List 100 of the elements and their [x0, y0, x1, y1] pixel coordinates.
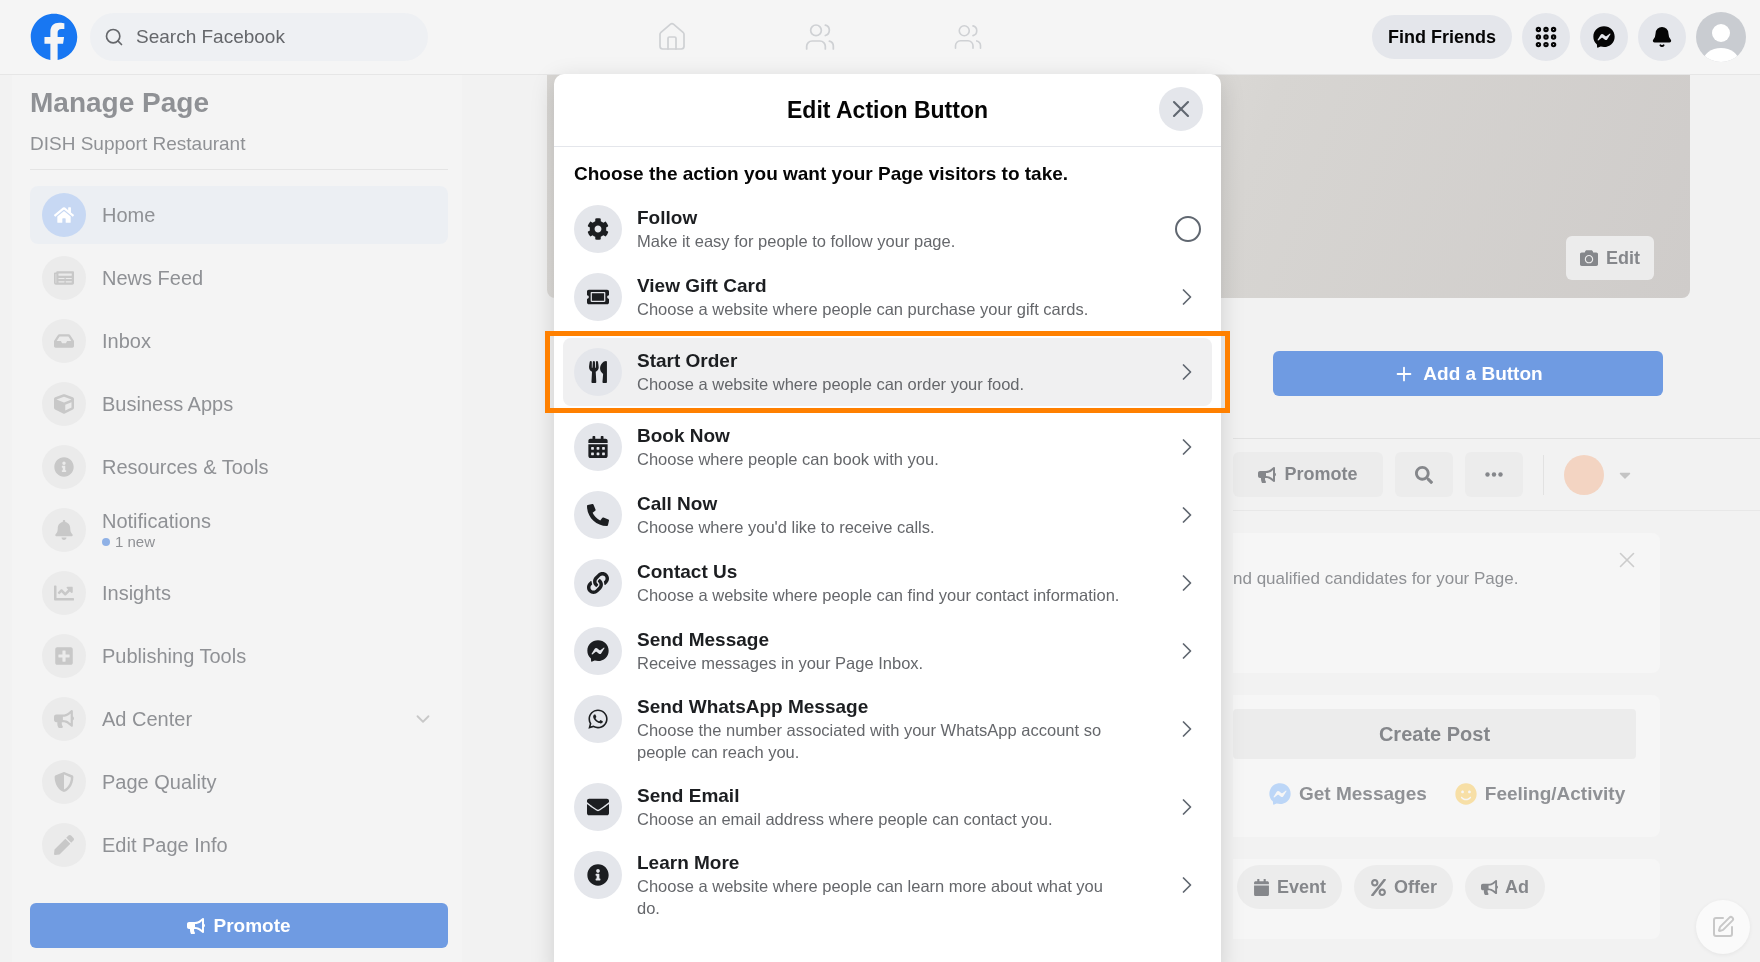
chat-bubble-icon — [1593, 26, 1615, 48]
search-button[interactable] — [1395, 452, 1453, 497]
action-option[interactable]: View Gift Card Choose a website where people can purchase your gift cards. — [563, 263, 1212, 331]
option-description: Choose a website where people can purchase your gift cards. — [637, 299, 1090, 320]
info-icon — [42, 445, 86, 489]
sidebar-label: Insights — [102, 581, 172, 605]
action-label: Feeling/Activity — [1484, 783, 1626, 805]
option-description: Choose a website where people can order your food. — [637, 374, 1026, 395]
option-title: View Gift Card — [637, 274, 768, 298]
calendar-icon — [574, 423, 622, 471]
utensils-icon — [574, 348, 622, 396]
sidebar-item[interactable]: News Feed — [30, 249, 448, 307]
sidebar-label: Notifications — [102, 510, 212, 533]
info-icon — [574, 851, 622, 899]
sidebar-item[interactable]: Edit Page Info — [30, 816, 448, 874]
sidebar-item[interactable]: Notifications 1 new — [30, 501, 448, 559]
grid-menu-button[interactable] — [1522, 13, 1570, 61]
action-option[interactable]: Send Email Choose an email address where people can contact you. — [563, 773, 1212, 841]
action-option[interactable]: Book Now Choose where people can book with you. — [563, 413, 1212, 481]
search-icon — [104, 27, 124, 47]
sidebar-label: Business Apps — [102, 392, 235, 416]
chart-icon — [42, 571, 86, 615]
smiley-icon — [1454, 783, 1477, 805]
chat-button[interactable] — [1580, 13, 1628, 61]
pencil-icon — [42, 823, 86, 867]
search-field[interactable]: Search Facebook — [134, 25, 414, 49]
inbox-icon — [42, 319, 86, 363]
option-title: Send Email — [637, 784, 741, 808]
option-title: Send WhatsApp Message — [637, 695, 870, 719]
page-avatar[interactable] — [1564, 454, 1604, 495]
page-name: DISH Support Restaurant — [30, 133, 448, 170]
composer-action[interactable]: Feeling/Activity — [1454, 783, 1626, 805]
sidebar-label: News Feed — [102, 266, 205, 290]
add-button[interactable]: Add a Button — [1273, 351, 1663, 396]
action-option[interactable]: Learn More Choose a website where people can learn more about what you do. — [563, 841, 1212, 929]
action-label: Get Messages — [1299, 783, 1427, 805]
calendar-icon — [1253, 878, 1270, 896]
megaphone-icon — [187, 916, 206, 935]
promote-button[interactable]: Promote — [30, 903, 448, 948]
search-icon — [1415, 465, 1433, 484]
action-option[interactable]: Start Order Choose a website where people can order your food. — [563, 338, 1212, 406]
sidebar-item[interactable]: Publishing Tools — [30, 627, 448, 685]
dialog-title: Edit Action Button — [787, 96, 988, 124]
compose-icon — [1711, 915, 1735, 939]
option-description: Choose a website where people can find your contact information. — [637, 585, 1121, 606]
sidebar-item[interactable]: Resources & Tools — [30, 438, 448, 496]
find-friends-button[interactable]: Find Friends — [1372, 15, 1512, 59]
megaphone-icon — [1481, 878, 1499, 896]
option-title: Follow — [637, 206, 699, 230]
sidebar-item[interactable]: Ad Center — [30, 690, 448, 748]
app-logo[interactable] — [30, 13, 78, 61]
option-description: Choose where you'd like to receive calls. — [637, 517, 936, 538]
avatar[interactable] — [1696, 12, 1746, 62]
sidebar-item[interactable]: Business Apps — [30, 375, 448, 433]
option-description: Choose the number associated with your WhatsApp account so people can reach you. — [637, 720, 1103, 763]
shield-icon — [42, 760, 86, 804]
chat-bubble-icon — [1269, 783, 1291, 805]
sidebar-item[interactable]: Inbox — [30, 312, 448, 370]
sidebar-item[interactable]: Insights — [30, 564, 448, 622]
chat-bubble-icon — [574, 627, 622, 675]
create-post-button[interactable]: Create Post — [1233, 709, 1636, 759]
camera-icon — [1580, 249, 1598, 267]
search-box[interactable]: Search Facebook — [90, 13, 428, 61]
card-text: nd qualified candidates for your Page. — [1233, 569, 1519, 589]
ticket-icon — [574, 273, 622, 321]
promote-button[interactable]: Promote — [1233, 452, 1383, 497]
cube-icon — [42, 382, 86, 426]
compose-button[interactable] — [1696, 900, 1750, 954]
sidebar-item[interactable]: Home — [30, 186, 448, 244]
post-type-button[interactable]: Ad — [1465, 865, 1546, 909]
ellipsis-icon — [1485, 472, 1503, 477]
gear-icon — [574, 205, 622, 253]
home-icon — [42, 193, 86, 237]
action-option[interactable]: Send WhatsApp Message Choose the number associated with your WhatsApp account so people can reach you. — [563, 685, 1212, 773]
percent-icon — [1370, 878, 1388, 896]
bell-icon — [1651, 26, 1673, 48]
option-title: Send Message — [637, 628, 770, 652]
sidebar-label: Resources & Tools — [102, 455, 270, 479]
dialog-prompt: Choose the action you want your Page visitors to take. — [573, 162, 1070, 186]
post-type-button[interactable]: Offer — [1354, 865, 1454, 909]
post-type-button[interactable]: Event — [1237, 865, 1343, 909]
option-title: Learn More — [637, 851, 741, 875]
megaphone-icon — [1258, 465, 1277, 484]
close-button[interactable] — [1159, 87, 1203, 131]
sidebar-label: Publishing Tools — [102, 644, 248, 668]
grid-icon — [1533, 24, 1559, 50]
composer-action[interactable]: Get Messages — [1269, 783, 1427, 805]
sidebar-item[interactable]: Page Quality — [30, 753, 448, 811]
new-count: 1 new — [102, 533, 434, 550]
sidebar-label: Inbox — [102, 329, 152, 353]
edit-cover-button[interactable]: Edit — [1566, 236, 1654, 280]
action-option[interactable]: Send Message Receive messages in your Page Inbox. — [563, 617, 1212, 685]
notifications-button[interactable] — [1638, 13, 1686, 61]
action-option[interactable]: Follow Make it easy for people to follow your page. — [563, 195, 1212, 263]
radio-button[interactable] — [1175, 216, 1201, 242]
sidebar-label: Edit Page Info — [102, 833, 229, 857]
sidebar-label: Home — [102, 203, 157, 227]
action-option[interactable]: Call Now Choose where you'd like to receive calls. — [563, 481, 1212, 549]
action-option[interactable]: Contact Us Choose a website where people can find your contact information. — [563, 549, 1212, 617]
more-button[interactable] — [1465, 452, 1523, 497]
